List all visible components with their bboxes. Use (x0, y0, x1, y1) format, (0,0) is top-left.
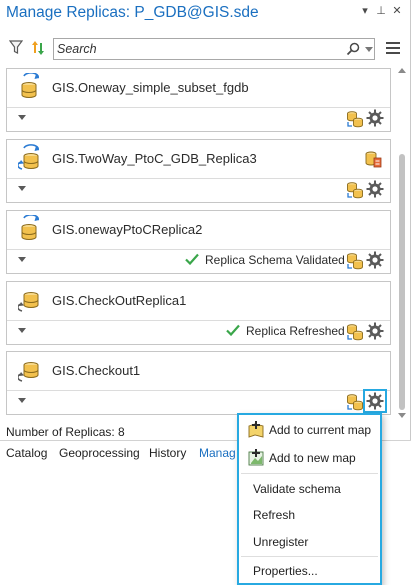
synchronize-icon[interactable] (346, 252, 364, 270)
gear-icon[interactable] (366, 180, 384, 198)
synchronize-icon[interactable] (346, 323, 364, 341)
replica-name: GIS.Checkout1 (52, 363, 141, 378)
hamburger-menu-icon[interactable] (386, 42, 400, 54)
scrollbar-thumb[interactable] (399, 154, 405, 410)
replica-card-header[interactable]: GIS.Oneway_simple_subset_fgdb (7, 69, 390, 107)
search-input[interactable] (57, 41, 327, 57)
pane-titlebar: Manage Replicas: P_GDB@GIS.sde ▾ ⊥ ✕ (0, 0, 411, 28)
menu-item-properties[interactable]: Properties... (239, 558, 380, 584)
sort-icon[interactable] (31, 39, 45, 57)
checkout-replica-icon (18, 362, 39, 382)
tab-catalog[interactable]: Catalog (6, 446, 47, 460)
gear-icon[interactable] (363, 389, 387, 413)
replica-card[interactable]: GIS.Oneway_simple_subset_fgdb (6, 68, 391, 132)
replica-card-header[interactable]: GIS.TwoWay_PtoC_GDB_Replica3 (7, 140, 390, 178)
replica-status-text: Replica Refreshed (246, 324, 345, 338)
replica-name: GIS.TwoWay_PtoC_GDB_Replica3 (52, 151, 257, 166)
replica-card-header[interactable]: GIS.onewayPtoCReplica2 (7, 211, 390, 249)
replica-status: Replica Refreshed (226, 324, 345, 340)
menu-item-validate-schema[interactable]: Validate schema (239, 476, 380, 502)
checkmark-icon (185, 253, 199, 265)
scroll-up-arrow-icon[interactable] (398, 68, 406, 73)
replica-list: GIS.Oneway_simple_subset_fgdb GIS.TwoWay… (6, 68, 391, 420)
two-way-replica-icon (18, 144, 39, 170)
synchronize-icon[interactable] (346, 393, 364, 411)
close-icon[interactable]: ✕ (390, 4, 404, 18)
expand-chevron-icon[interactable] (18, 186, 26, 191)
replica-conflicts-icon[interactable] (364, 150, 382, 168)
replica-status-text: Replica Schema Validated (205, 253, 345, 267)
one-way-replica-icon (21, 215, 39, 240)
expand-chevron-icon[interactable] (18, 257, 26, 262)
replica-count: Number of Replicas: 8 (6, 425, 125, 439)
replica-context-menu: Add to current map Add to new map Valida… (237, 413, 382, 585)
checkout-replica-icon (18, 292, 39, 312)
search-options-chevron-icon[interactable] (365, 47, 373, 52)
synchronize-icon[interactable] (346, 110, 364, 128)
menu-divider (241, 473, 378, 474)
menu-item-add-to-new-map[interactable]: Add to new map (239, 445, 380, 471)
card-divider (7, 178, 390, 179)
search-icon[interactable] (346, 42, 360, 56)
menu-item-label: Add to current map (269, 423, 372, 437)
menu-item-add-to-current-map[interactable]: Add to current map (239, 417, 380, 443)
card-divider (7, 107, 390, 108)
replica-name: GIS.onewayPtoCReplica2 (52, 222, 203, 237)
menu-item-label: Refresh (253, 508, 296, 522)
menu-item-label: Add to new map (269, 451, 356, 465)
menu-item-unregister[interactable]: Unregister (239, 529, 380, 555)
card-divider (7, 320, 390, 321)
synchronize-icon[interactable] (346, 181, 364, 199)
search-box[interactable] (53, 38, 375, 60)
tab-manage-replicas[interactable]: Manag (199, 446, 236, 460)
expand-chevron-icon[interactable] (18, 115, 26, 120)
replica-card-header[interactable]: GIS.Checkout1 (7, 352, 390, 390)
menu-item-label: Validate schema (253, 482, 341, 496)
replica-status: Replica Schema Validated (185, 253, 345, 269)
pin-icon[interactable]: ⊥ (374, 4, 388, 18)
replica-card-header[interactable]: GIS.CheckOutReplica1 (7, 282, 390, 320)
new-map-icon (248, 449, 264, 466)
card-divider (7, 249, 390, 250)
one-way-replica-icon (21, 73, 39, 98)
menu-item-label: Properties... (253, 564, 318, 578)
tab-geoprocessing[interactable]: Geoprocessing (59, 446, 140, 460)
replicas-toolbar (0, 36, 411, 62)
vertical-scrollbar[interactable] (396, 68, 408, 420)
gear-icon[interactable] (366, 322, 384, 340)
menu-item-refresh[interactable]: Refresh (239, 502, 380, 528)
expand-chevron-icon[interactable] (18, 328, 26, 333)
scroll-down-arrow-icon[interactable] (398, 413, 406, 418)
gear-icon[interactable] (366, 109, 384, 127)
gear-icon[interactable] (366, 251, 384, 269)
replica-card[interactable]: GIS.Checkout1 (6, 351, 391, 415)
replica-card[interactable]: GIS.onewayPtoCReplica2 Replica Schema Va… (6, 210, 391, 274)
filter-icon[interactable] (9, 40, 23, 55)
manage-replicas-pane: Manage Replicas: P_GDB@GIS.sde ▾ ⊥ ✕ Sea… (0, 0, 411, 467)
pane-title: Manage Replicas: P_GDB@GIS.sde (6, 4, 259, 21)
menu-item-label: Unregister (253, 535, 309, 549)
add-to-map-icon (248, 421, 264, 438)
replica-card[interactable]: GIS.CheckOutReplica1 Replica Refreshed (6, 281, 391, 345)
replica-card[interactable]: GIS.TwoWay_PtoC_GDB_Replica3 (6, 139, 391, 203)
checkmark-icon (226, 324, 240, 336)
tab-history[interactable]: History (149, 446, 186, 460)
card-divider (7, 390, 390, 391)
expand-chevron-icon[interactable] (18, 398, 26, 403)
pane-options-dropdown-icon[interactable]: ▾ (358, 4, 372, 18)
replica-name: GIS.Oneway_simple_subset_fgdb (52, 80, 249, 95)
menu-divider (241, 556, 378, 557)
replica-name: GIS.CheckOutReplica1 (52, 293, 187, 308)
